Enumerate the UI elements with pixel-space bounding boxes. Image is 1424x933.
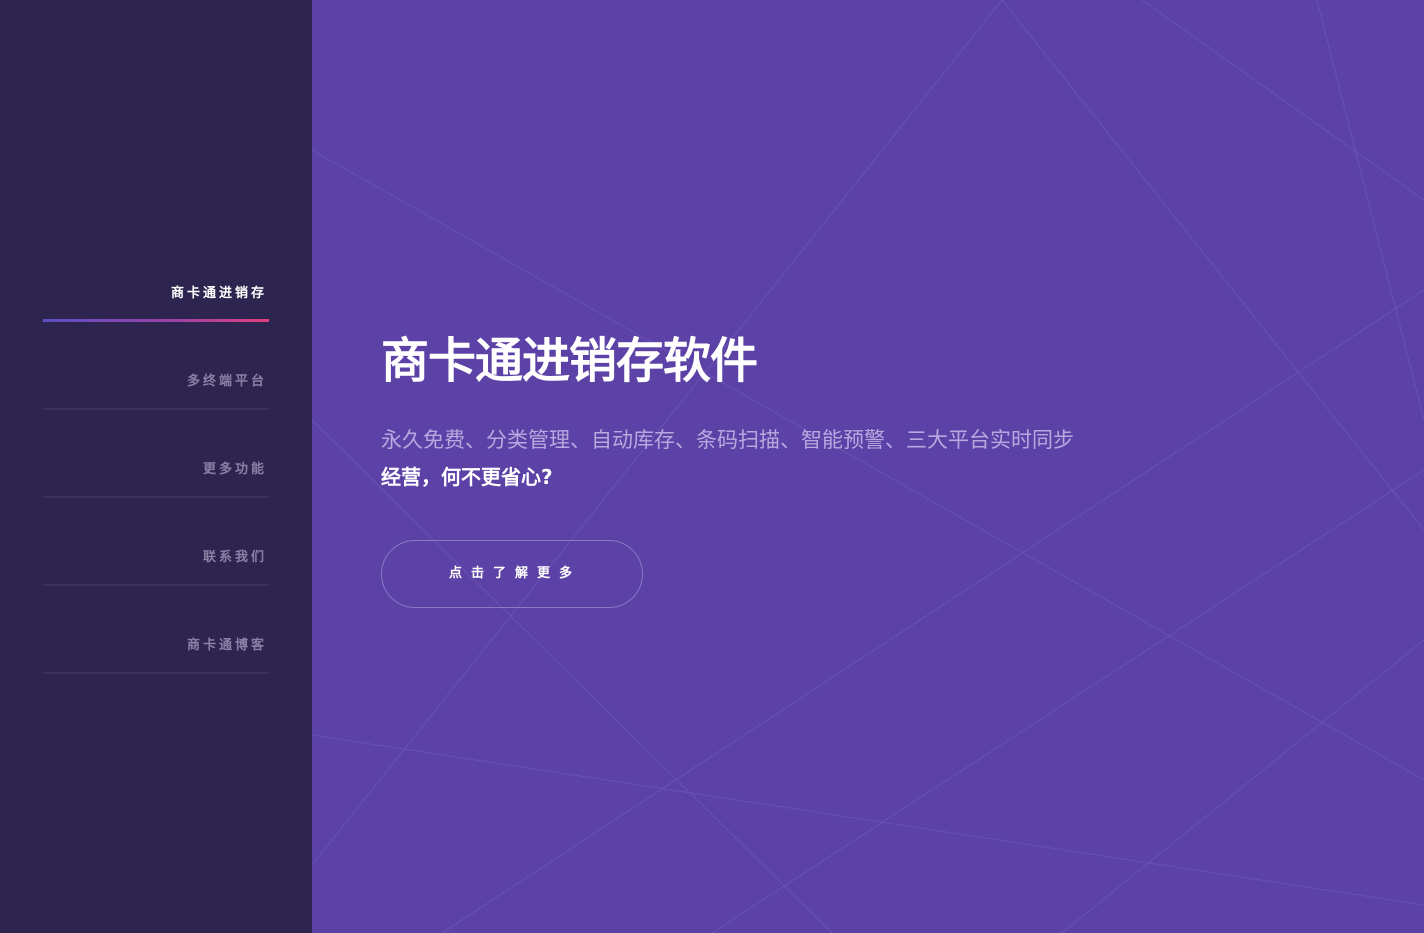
page: 商卡通进销存 多终端平台 更多功能 联系我们 商卡通博客 商卡通进销存软件 永久…: [0, 0, 1424, 933]
sidebar-item-contact[interactable]: 联系我们: [43, 532, 269, 620]
sidebar-item-platforms[interactable]: 多终端平台: [43, 356, 269, 444]
sidebar-item-label: 联系我们: [202, 550, 267, 565]
page-title: 商卡通进销存软件: [381, 333, 758, 389]
hero-tagline: 经营，何不更省心?: [381, 465, 553, 489]
divider: [43, 584, 269, 586]
sidebar-item-label: 更多功能: [202, 462, 267, 477]
hero-section: 商卡通进销存软件 永久免费、分类管理、自动库存、条码扫描、智能预警、三大平台实时…: [312, 0, 1424, 933]
divider: [43, 672, 269, 674]
sidebar-item-blog[interactable]: 商卡通博客: [43, 620, 269, 708]
sidebar: 商卡通进销存 多终端平台 更多功能 联系我们 商卡通博客: [0, 0, 312, 933]
sidebar-item-home[interactable]: 商卡通进销存: [43, 268, 269, 356]
sidebar-item-label: 多终端平台: [186, 374, 267, 389]
sidebar-item-label: 商卡通博客: [186, 638, 267, 653]
hero-content: 商卡通进销存软件 永久免费、分类管理、自动库存、条码扫描、智能预警、三大平台实时…: [381, 330, 1281, 491]
sidebar-item-features[interactable]: 更多功能: [43, 444, 269, 532]
learn-more-button[interactable]: 点击了解更多: [381, 540, 643, 608]
divider: [43, 496, 269, 498]
sidebar-item-label: 商卡通进销存: [170, 286, 267, 301]
hero-description: 永久免费、分类管理、自动库存、条码扫描、智能预警、三大平台实时同步: [381, 428, 1074, 452]
divider: [43, 408, 269, 410]
sidebar-nav: 商卡通进销存 多终端平台 更多功能 联系我们 商卡通博客: [43, 268, 269, 708]
active-indicator: [43, 319, 269, 322]
